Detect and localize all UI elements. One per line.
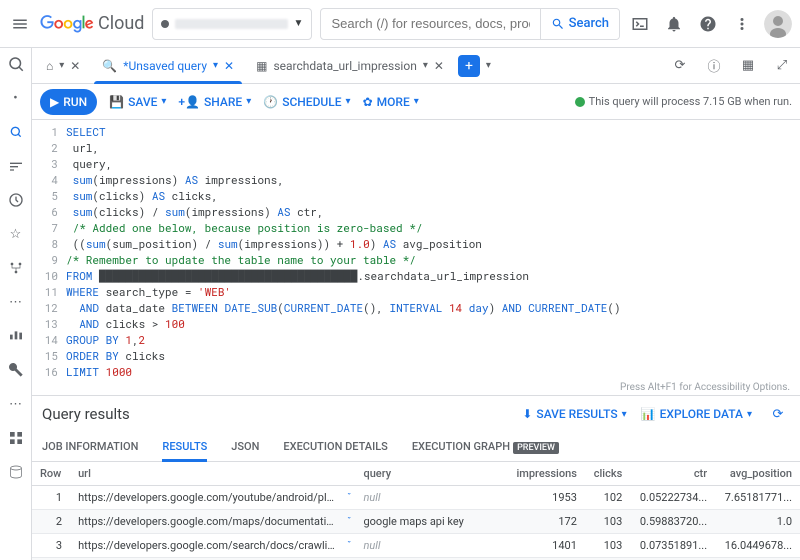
col-row: Row [32, 462, 70, 486]
refresh-results-icon[interactable]: ⟳ [766, 402, 790, 426]
close-icon[interactable]: ✕ [70, 59, 80, 73]
nav-db-icon[interactable] [6, 462, 26, 482]
tab-json[interactable]: JSON [231, 432, 259, 461]
tab-exec-graph[interactable]: EXECUTION GRAPHPREVIEW [412, 432, 559, 461]
success-dot-icon [575, 97, 585, 107]
col-impressions: impressions [507, 462, 585, 486]
nav-grid-icon[interactable] [6, 428, 26, 448]
expand-icon[interactable]: ⤢ [770, 54, 794, 78]
project-selector[interactable]: ▼ [152, 8, 312, 40]
table-icon: ▦ [256, 59, 267, 73]
expand-icon[interactable]: ˇ [347, 492, 351, 503]
query-icon: 🔍 [102, 59, 117, 73]
chevron-down-icon: ▼ [294, 18, 304, 29]
left-nav: • ☆ ⋯ ⋯ [0, 48, 32, 560]
table-row[interactable]: 2https://developers.google.com/maps/docu… [32, 510, 800, 534]
table-row[interactable]: 3https://developers.google.com/search/do… [32, 534, 800, 558]
col-query: query [355, 462, 507, 486]
nav-wrench-icon[interactable] [6, 360, 26, 380]
tab-unsaved-query[interactable]: 🔍 *Unsaved query ▾ ✕ [94, 52, 242, 80]
user-avatar[interactable] [764, 10, 792, 38]
project-dot-icon [161, 20, 169, 28]
help-icon[interactable] [696, 12, 720, 36]
results-tabs: JOB INFORMATION RESULTS JSON EXECUTION D… [32, 432, 800, 462]
schedule-button[interactable]: 🕐SCHEDULE▾ [263, 95, 350, 109]
add-tab-button[interactable]: + [458, 55, 480, 77]
nav-chart-icon[interactable] [6, 326, 26, 346]
tab-table[interactable]: ▦ searchdata_url_impression ▾ ✕ [248, 52, 452, 80]
search-input[interactable] [321, 16, 539, 31]
nav-more-dots[interactable]: ⋯ [6, 292, 26, 312]
search-button[interactable]: Search [540, 9, 619, 39]
expand-icon[interactable]: ˇ [347, 516, 351, 527]
more-menu-icon[interactable] [730, 12, 754, 36]
nav-settings-icon[interactable] [6, 156, 26, 176]
global-search: Search [320, 8, 620, 40]
table-header-row: Row url query impressions clicks ctr avg… [32, 462, 800, 486]
nav-branch-icon[interactable] [6, 258, 26, 278]
nav-bq-icon[interactable] [6, 54, 26, 74]
global-header: Cloud ▼ Search [0, 0, 800, 48]
nav-dot-icon[interactable]: • [6, 88, 26, 108]
sql-editor[interactable]: 12345678910111213141516 SELECT url, quer… [32, 120, 800, 380]
col-clicks: clicks [585, 462, 630, 486]
save-results-button[interactable]: ⬇SAVE RESULTS▾ [522, 407, 626, 421]
cloud-shell-icon[interactable] [628, 12, 652, 36]
tab-results[interactable]: RESULTS [162, 432, 207, 461]
google-cloud-logo[interactable]: Cloud [40, 13, 144, 34]
nav-history-icon[interactable] [6, 190, 26, 210]
table-row[interactable]: 1https://developers.google.com/youtube/a… [32, 486, 800, 510]
table-view-icon[interactable]: ▦ [736, 54, 760, 78]
refresh-icon[interactable]: ⟳ [668, 54, 692, 78]
results-header: Query results ⬇SAVE RESULTS▾ 📊EXPLORE DA… [32, 396, 800, 432]
col-ctr: ctr [630, 462, 715, 486]
query-toolbar: ▶ RUN 💾SAVE▾ +👤SHARE▾ 🕐SCHEDULE▾ ✿MORE▾ … [32, 84, 800, 120]
header-utilities [628, 10, 792, 38]
query-validation-status: This query will process 7.15 GB when run… [575, 95, 792, 108]
nav-query-icon[interactable] [6, 122, 26, 142]
tab-exec-details[interactable]: EXECUTION DETAILS [283, 432, 387, 461]
tab-job-info[interactable]: JOB INFORMATION [42, 432, 138, 461]
accessibility-hint: Press Alt+F1 for Accessibility Options. [32, 380, 800, 396]
info-icon[interactable]: ⓘ [702, 54, 726, 78]
hamburger-menu-icon[interactable] [8, 12, 32, 36]
nav-more-dots2[interactable]: ⋯ [6, 394, 26, 414]
project-name-redacted [175, 19, 287, 29]
nav-star-icon[interactable]: ☆ [6, 224, 26, 244]
play-icon: ▶ [50, 95, 59, 109]
editor-tabs: ⌂ ▾ ✕ 🔍 *Unsaved query ▾ ✕ ▦ searchdata_… [32, 48, 800, 84]
col-avg: avg_position [715, 462, 800, 486]
main-panel: ⌂ ▾ ✕ 🔍 *Unsaved query ▾ ✕ ▦ searchdata_… [32, 48, 800, 560]
more-button[interactable]: ✿MORE▾ [363, 95, 419, 109]
results-table[interactable]: Row url query impressions clicks ctr avg… [32, 462, 800, 560]
close-icon[interactable]: ✕ [224, 59, 234, 73]
explore-data-button[interactable]: 📊EXPLORE DATA▾ [641, 407, 752, 421]
close-icon[interactable]: ✕ [434, 59, 444, 73]
share-button[interactable]: +👤SHARE▾ [178, 95, 251, 109]
save-button[interactable]: 💾SAVE▾ [109, 95, 166, 109]
home-icon: ⌂ [46, 59, 53, 73]
notifications-icon[interactable] [662, 12, 686, 36]
tab-home[interactable]: ⌂ ▾ ✕ [38, 52, 88, 80]
results-title: Query results [42, 405, 130, 423]
col-url: url [70, 462, 355, 486]
logo-text: Cloud [98, 13, 144, 34]
run-button[interactable]: ▶ RUN [40, 89, 97, 115]
expand-icon[interactable]: ˇ [347, 540, 351, 551]
